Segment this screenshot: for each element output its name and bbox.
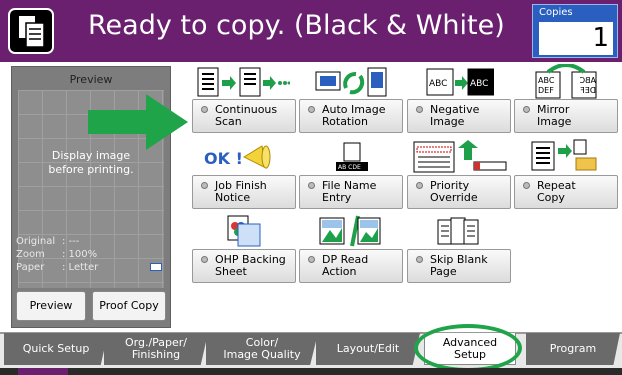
negative-image-button[interactable]: Negative Image (407, 99, 511, 133)
job-finish-notice-button[interactable]: Job Finish Notice (192, 175, 296, 209)
status-dot (308, 106, 315, 113)
tab-layout-edit[interactable]: Layout/Edit (316, 333, 420, 365)
status-dot (416, 182, 423, 189)
status-bar (0, 368, 622, 375)
tab-color-image-quality[interactable]: Color/ Image Quality (206, 333, 318, 365)
proof-copy-button[interactable]: Proof Copy (92, 291, 166, 321)
tab-label: Program (549, 342, 597, 355)
copy-screen: Ready to copy. (Black & White) Copies 1 … (0, 0, 622, 375)
tab-label: Quick Setup (22, 342, 90, 355)
status-dot (201, 256, 208, 263)
file-name-entry-button[interactable]: File Name Entry (299, 175, 403, 209)
svg-text:ABC: ABC (579, 76, 596, 85)
job-finish-notice-icon: OK ! (204, 145, 271, 169)
preview-message-line2: before printing. (48, 163, 134, 176)
mirror-image-button[interactable]: Mirror Image (514, 99, 618, 133)
preview-message-line1: Display image (51, 149, 131, 162)
svg-text:DEF: DEF (538, 86, 554, 95)
copy-mode-icon (8, 8, 54, 54)
status-tab[interactable] (18, 368, 68, 375)
tile-label-line2: Action (322, 265, 357, 278)
tab-label: Layout/Edit (336, 342, 400, 355)
copies-box[interactable]: Copies 1 (532, 4, 618, 58)
paper-orientation-icon (150, 263, 162, 271)
tile-label-line2: Image (430, 115, 465, 128)
preview-button[interactable]: Preview (16, 291, 86, 321)
tab-label-line2: Image Quality (223, 348, 301, 361)
preview-title: Preview (69, 73, 113, 86)
tile-label-line2: Copy (537, 191, 565, 204)
tab-quick-setup[interactable]: Quick Setup (4, 333, 108, 365)
skip-blank-icon (437, 217, 479, 245)
status-dot (308, 182, 315, 189)
negative-image-icon: ABC ABC (426, 68, 494, 96)
tile-label-line2: Entry (322, 191, 352, 204)
svg-text:ABC: ABC (470, 79, 488, 89)
ohp-backing-sheet-button[interactable]: OHP Backing Sheet (192, 249, 296, 283)
dp-read-action-button[interactable]: DP Read Action (299, 249, 403, 283)
tile-label-line2: Rotation (322, 115, 369, 128)
continuous-scan-icon (197, 67, 290, 97)
status-dot (523, 182, 530, 189)
info-key: Original (16, 236, 56, 247)
header-bar: Ready to copy. (Black & White) Copies 1 (0, 0, 622, 62)
svg-text:OK !: OK ! (204, 149, 243, 168)
tile-label-line2: Override (430, 191, 478, 204)
copies-label: Copies (539, 7, 573, 18)
tile-label-line2: Scan (215, 115, 242, 128)
info-row-zoom: Zoom : 100% (16, 248, 168, 261)
tile-label-line2: Notice (215, 191, 251, 204)
tab-program[interactable]: Program (526, 333, 620, 365)
dp-read-icon (319, 215, 381, 247)
preview-message: Display image before printing. (18, 149, 164, 177)
info-value: : 100% (62, 249, 98, 260)
mirror-image-icon: ABC DEF ABC DEF (535, 64, 597, 99)
svg-text:ABC: ABC (429, 79, 447, 89)
tab-org-paper-finishing[interactable]: Org./Paper/ Finishing (104, 333, 208, 365)
tab-label-line2: Finishing (131, 348, 181, 361)
copies-count-field[interactable]: 1 (539, 22, 613, 55)
skip-blank-page-button[interactable]: Skip Blank Page (407, 249, 511, 283)
file-name-entry-icon: AB CDE (336, 142, 368, 171)
ohp-backing-icon (227, 215, 261, 247)
status-dot (201, 182, 208, 189)
status-title: Ready to copy. (Black & White) (88, 10, 505, 41)
repeat-copy-icon (531, 139, 597, 171)
continuous-scan-button[interactable]: Continuous Scan (192, 99, 296, 133)
info-row-original: Original : --- (16, 235, 168, 248)
tile-label-line2: Image (537, 115, 572, 128)
annotation-highlight-oval (414, 324, 522, 372)
status-dot (416, 106, 423, 113)
priority-override-button[interactable]: Priority Override (407, 175, 511, 209)
info-key: Paper (16, 262, 45, 273)
info-row-paper: Paper : Letter (16, 261, 168, 274)
auto-rotation-icon (315, 67, 387, 97)
status-dot (416, 256, 423, 263)
priority-override-icon (413, 140, 507, 173)
svg-text:ABC: ABC (538, 76, 555, 85)
auto-image-rotation-button[interactable]: Auto Image Rotation (299, 99, 403, 133)
svg-text:AB CDE: AB CDE (338, 164, 361, 171)
status-dot (201, 106, 208, 113)
info-key: Zoom (16, 249, 45, 260)
repeat-copy-button[interactable]: Repeat Copy (514, 175, 618, 209)
annotation-arrow-icon (88, 94, 188, 150)
tile-label-line2: Page (430, 265, 457, 278)
status-dot (523, 106, 530, 113)
status-dot (308, 256, 315, 263)
info-value: : --- (62, 236, 80, 247)
svg-text:DEF: DEF (580, 86, 596, 95)
tile-label-line2: Sheet (215, 265, 247, 278)
job-info: Original : --- Zoom : 100% Paper : Lette… (16, 235, 168, 274)
